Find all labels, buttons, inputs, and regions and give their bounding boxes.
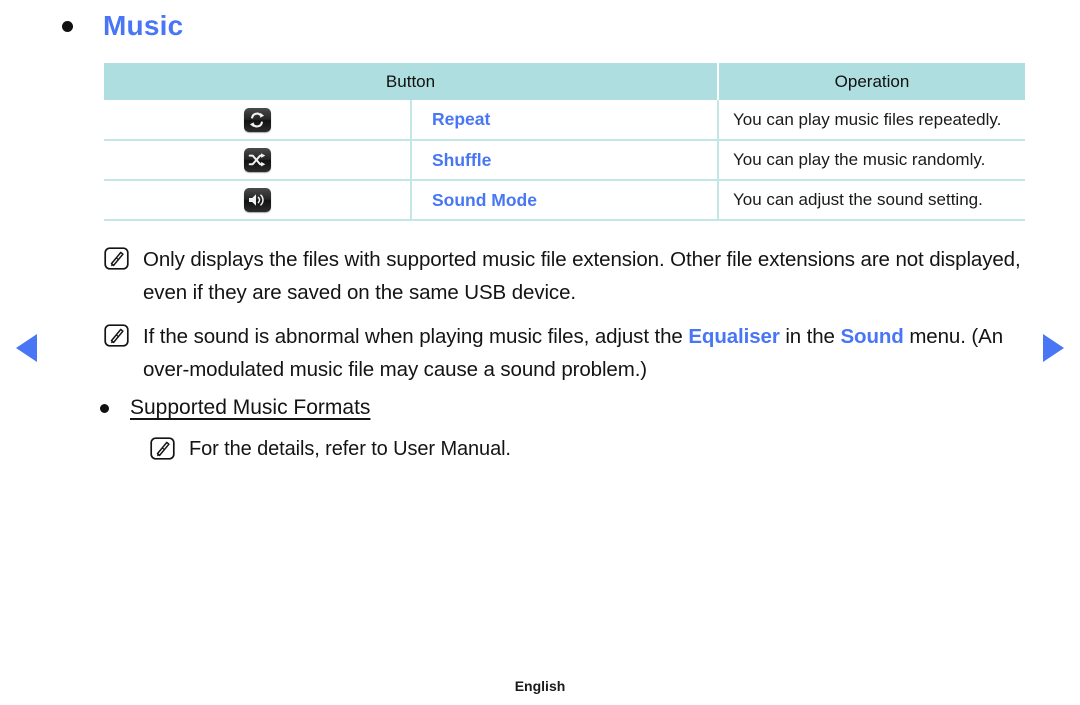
operation-text: You can play music files repeatedly. [733,109,1002,129]
operation-text: You can adjust the sound setting. [733,190,983,209]
sound-mode-speaker-icon [243,188,271,212]
table-header-row: Button Operation [104,63,1025,100]
button-operation-table: Button Operation Repeat You can play mus… [104,63,1025,221]
previous-page-arrow[interactable] [16,334,37,362]
table-row: Repeat You can play music files repeated… [104,100,1025,141]
cell-button-name: Sound Mode [411,180,719,221]
supported-formats-heading: Supported Music Formats [100,396,370,420]
bullet-dot-icon [100,403,109,413]
cell-button-icon [104,100,412,141]
note-pencil-icon [104,324,129,347]
note-text-part2: in the [779,325,841,348]
operation-text: You can play the music randomly. [733,150,986,169]
page-footer-language: English [514,678,566,694]
button-label: Repeat [432,109,491,129]
shuffle-icon [243,148,271,172]
note-pencil-icon [104,247,129,270]
note-block: If the sound is abnormal when playing mu… [104,320,1034,386]
column-header-button: Button [104,63,719,100]
note-text: If the sound is abnormal when playing mu… [143,320,1034,386]
note-pencil-icon [150,437,175,460]
manual-page: Music Button Operation Repeat You can pl… [0,0,1080,705]
cell-button-icon [104,180,412,221]
cell-button-icon [104,140,412,181]
note-block: Only displays the files with supported m… [104,243,1034,309]
supported-formats-label: Supported Music Formats [130,396,371,419]
bullet-dot-icon [62,20,73,32]
button-label: Sound Mode [432,189,537,210]
next-page-arrow[interactable] [1043,334,1064,362]
cell-operation: You can adjust the sound setting. [718,180,1025,221]
button-label: Shuffle [432,149,492,170]
table-row: Shuffle You can play the music randomly. [104,140,1025,181]
cell-button-name: Shuffle [411,140,719,181]
note-text-part1: If the sound is abnormal when playing mu… [143,325,689,348]
page-title-block: Music [62,12,183,40]
cell-operation: You can play music files repeatedly. [718,100,1025,141]
note-block: For the details, refer to User Manual. [150,433,1030,466]
repeat-icon [243,107,271,132]
note-text: Only displays the files with supported m… [143,248,1021,304]
column-header-operation: Operation [718,63,1025,100]
table-row: Sound Mode You can adjust the sound sett… [104,180,1025,221]
cell-button-name: Repeat [411,100,719,141]
note-text: For the details, refer to User Manual. [189,438,511,460]
page-title: Music [103,10,184,41]
cell-operation: You can play the music randomly. [718,140,1025,181]
equaliser-menu-reference: Equaliser [688,325,780,348]
sound-menu-reference: Sound [840,325,904,348]
